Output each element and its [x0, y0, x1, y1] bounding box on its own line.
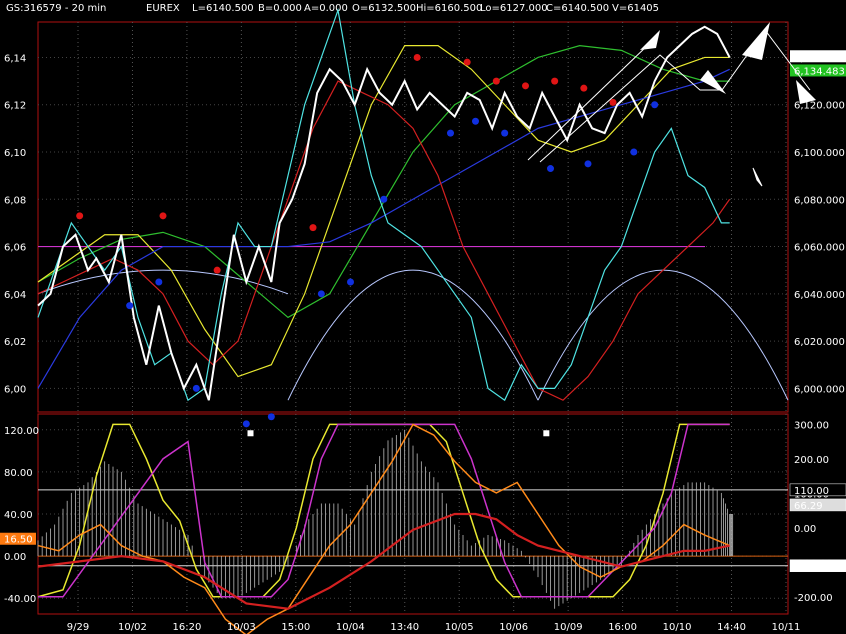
- osc-y-tick-right: 300.00: [794, 420, 829, 431]
- price-y-tick-right: 6,100.000: [794, 148, 845, 159]
- osc-y-tick-right: 0.00: [794, 524, 816, 535]
- x-tick-label: 15:00: [281, 622, 310, 633]
- osc-y-tick-left: -40.00: [4, 594, 36, 605]
- indicator-label: 6,134.483: [794, 66, 845, 77]
- header-symbol: GS:316579 - 20 min: [6, 3, 106, 14]
- signal-dot-red[interactable]: [580, 84, 588, 92]
- price-y-tick-left: 6,14: [4, 53, 26, 64]
- osc-y-tick-left: 80.00: [4, 468, 33, 479]
- price-y-tick-left: 6,02: [4, 337, 26, 348]
- pivot-square[interactable]: [543, 430, 550, 437]
- osc-y-tick-left: 120.00: [4, 426, 39, 437]
- header-open: O=6132.500: [352, 3, 416, 14]
- header-volume: V=61405: [612, 3, 659, 14]
- price-y-tick-left: 6,12: [4, 101, 26, 112]
- header-bid: B=0.000: [258, 3, 302, 14]
- signal-dot-blue[interactable]: [267, 413, 275, 421]
- x-tick-label: 9/29: [67, 622, 89, 633]
- price-y-tick-right: 6,020.000: [794, 337, 845, 348]
- chart-header: GS:316579 - 20 min EUREX L=6140.500 B=0.…: [6, 3, 659, 14]
- x-tick-label: 10/05: [445, 622, 474, 633]
- osc-y-tick-right: -200.00: [794, 593, 833, 604]
- osc-left-badge-label: 16.50: [4, 535, 33, 546]
- signal-dot-blue[interactable]: [192, 384, 200, 392]
- price-y-tick-left: 6,00: [4, 384, 26, 395]
- price-y-tick-right: 6,060.000: [794, 243, 845, 254]
- signal-dot-blue[interactable]: [380, 195, 388, 203]
- last-price-label: 6,140.500: [794, 52, 845, 63]
- x-tick-label: 14:40: [717, 622, 746, 633]
- osc-level-label: 66.29: [794, 501, 823, 512]
- header-exchange: EUREX: [146, 3, 180, 14]
- signal-dot-red[interactable]: [463, 58, 471, 66]
- header-close: C=6140.500: [546, 3, 609, 14]
- trading-chart[interactable]: GS:316579 - 20 min EUREX L=6140.500 B=0.…: [0, 0, 846, 634]
- signal-dot-red[interactable]: [213, 266, 221, 274]
- header-last: L=6140.500: [192, 3, 254, 14]
- x-tick-label: 10/06: [499, 622, 528, 633]
- signal-dot-blue[interactable]: [317, 290, 325, 298]
- signal-dot-blue[interactable]: [126, 302, 134, 310]
- pivot-square[interactable]: [247, 430, 254, 437]
- signal-dot-red[interactable]: [159, 212, 167, 220]
- x-tick-label: 10/11: [772, 622, 801, 633]
- osc-y-tick-left: 0.00: [4, 552, 26, 563]
- signal-dot-red[interactable]: [309, 224, 317, 232]
- x-tick-label: 10/02: [118, 622, 147, 633]
- price-y-tick-right: 6,000.000: [794, 384, 845, 395]
- price-y-tick-left: 6,04: [4, 290, 26, 301]
- x-tick-label: 16:20: [173, 622, 202, 633]
- signal-dot-blue[interactable]: [547, 165, 554, 173]
- osc-level-label: -110.00: [794, 562, 833, 573]
- price-y-tick-left: 6,08: [4, 195, 26, 206]
- signal-dot-blue[interactable]: [347, 278, 354, 286]
- signal-dot-blue[interactable]: [155, 278, 163, 286]
- price-y-tick-right: 6,040.000: [794, 290, 845, 301]
- signal-dot-blue[interactable]: [472, 117, 479, 125]
- header-ask: A=0.000: [304, 3, 348, 14]
- price-y-tick-right: 6,080.000: [794, 195, 845, 206]
- signal-dot-red[interactable]: [609, 98, 617, 106]
- x-tick-label: 10/10: [663, 622, 692, 633]
- header-low: Lo=6127.000: [480, 3, 548, 14]
- signal-dot-blue[interactable]: [447, 129, 454, 137]
- osc-y-tick-left: 40.00: [4, 510, 33, 521]
- signal-dot-blue[interactable]: [242, 420, 250, 428]
- osc-level-label: 110.00: [794, 486, 829, 497]
- x-tick-label: 16:00: [608, 622, 637, 633]
- x-tick-label: 10/04: [336, 622, 365, 633]
- signal-dot-blue[interactable]: [651, 101, 659, 109]
- price-y-tick-left: 6,06: [4, 243, 26, 254]
- signal-dot-blue[interactable]: [501, 129, 509, 137]
- x-tick-label: 10/09: [554, 622, 583, 633]
- price-y-tick-left: 6,10: [4, 148, 26, 159]
- x-tick-label: 10/03: [227, 622, 256, 633]
- osc-y-tick-right: 200.00: [794, 455, 829, 466]
- signal-dot-blue[interactable]: [584, 160, 592, 168]
- signal-dot-red[interactable]: [76, 212, 84, 220]
- signal-dot-red[interactable]: [522, 82, 529, 90]
- header-high: Hi=6160.500: [416, 3, 482, 14]
- signal-dot-red[interactable]: [551, 77, 559, 85]
- x-tick-label: 13:40: [390, 622, 419, 633]
- signal-dot-blue[interactable]: [630, 148, 638, 156]
- signal-dot-red[interactable]: [492, 77, 500, 85]
- signal-dot-red[interactable]: [413, 53, 421, 61]
